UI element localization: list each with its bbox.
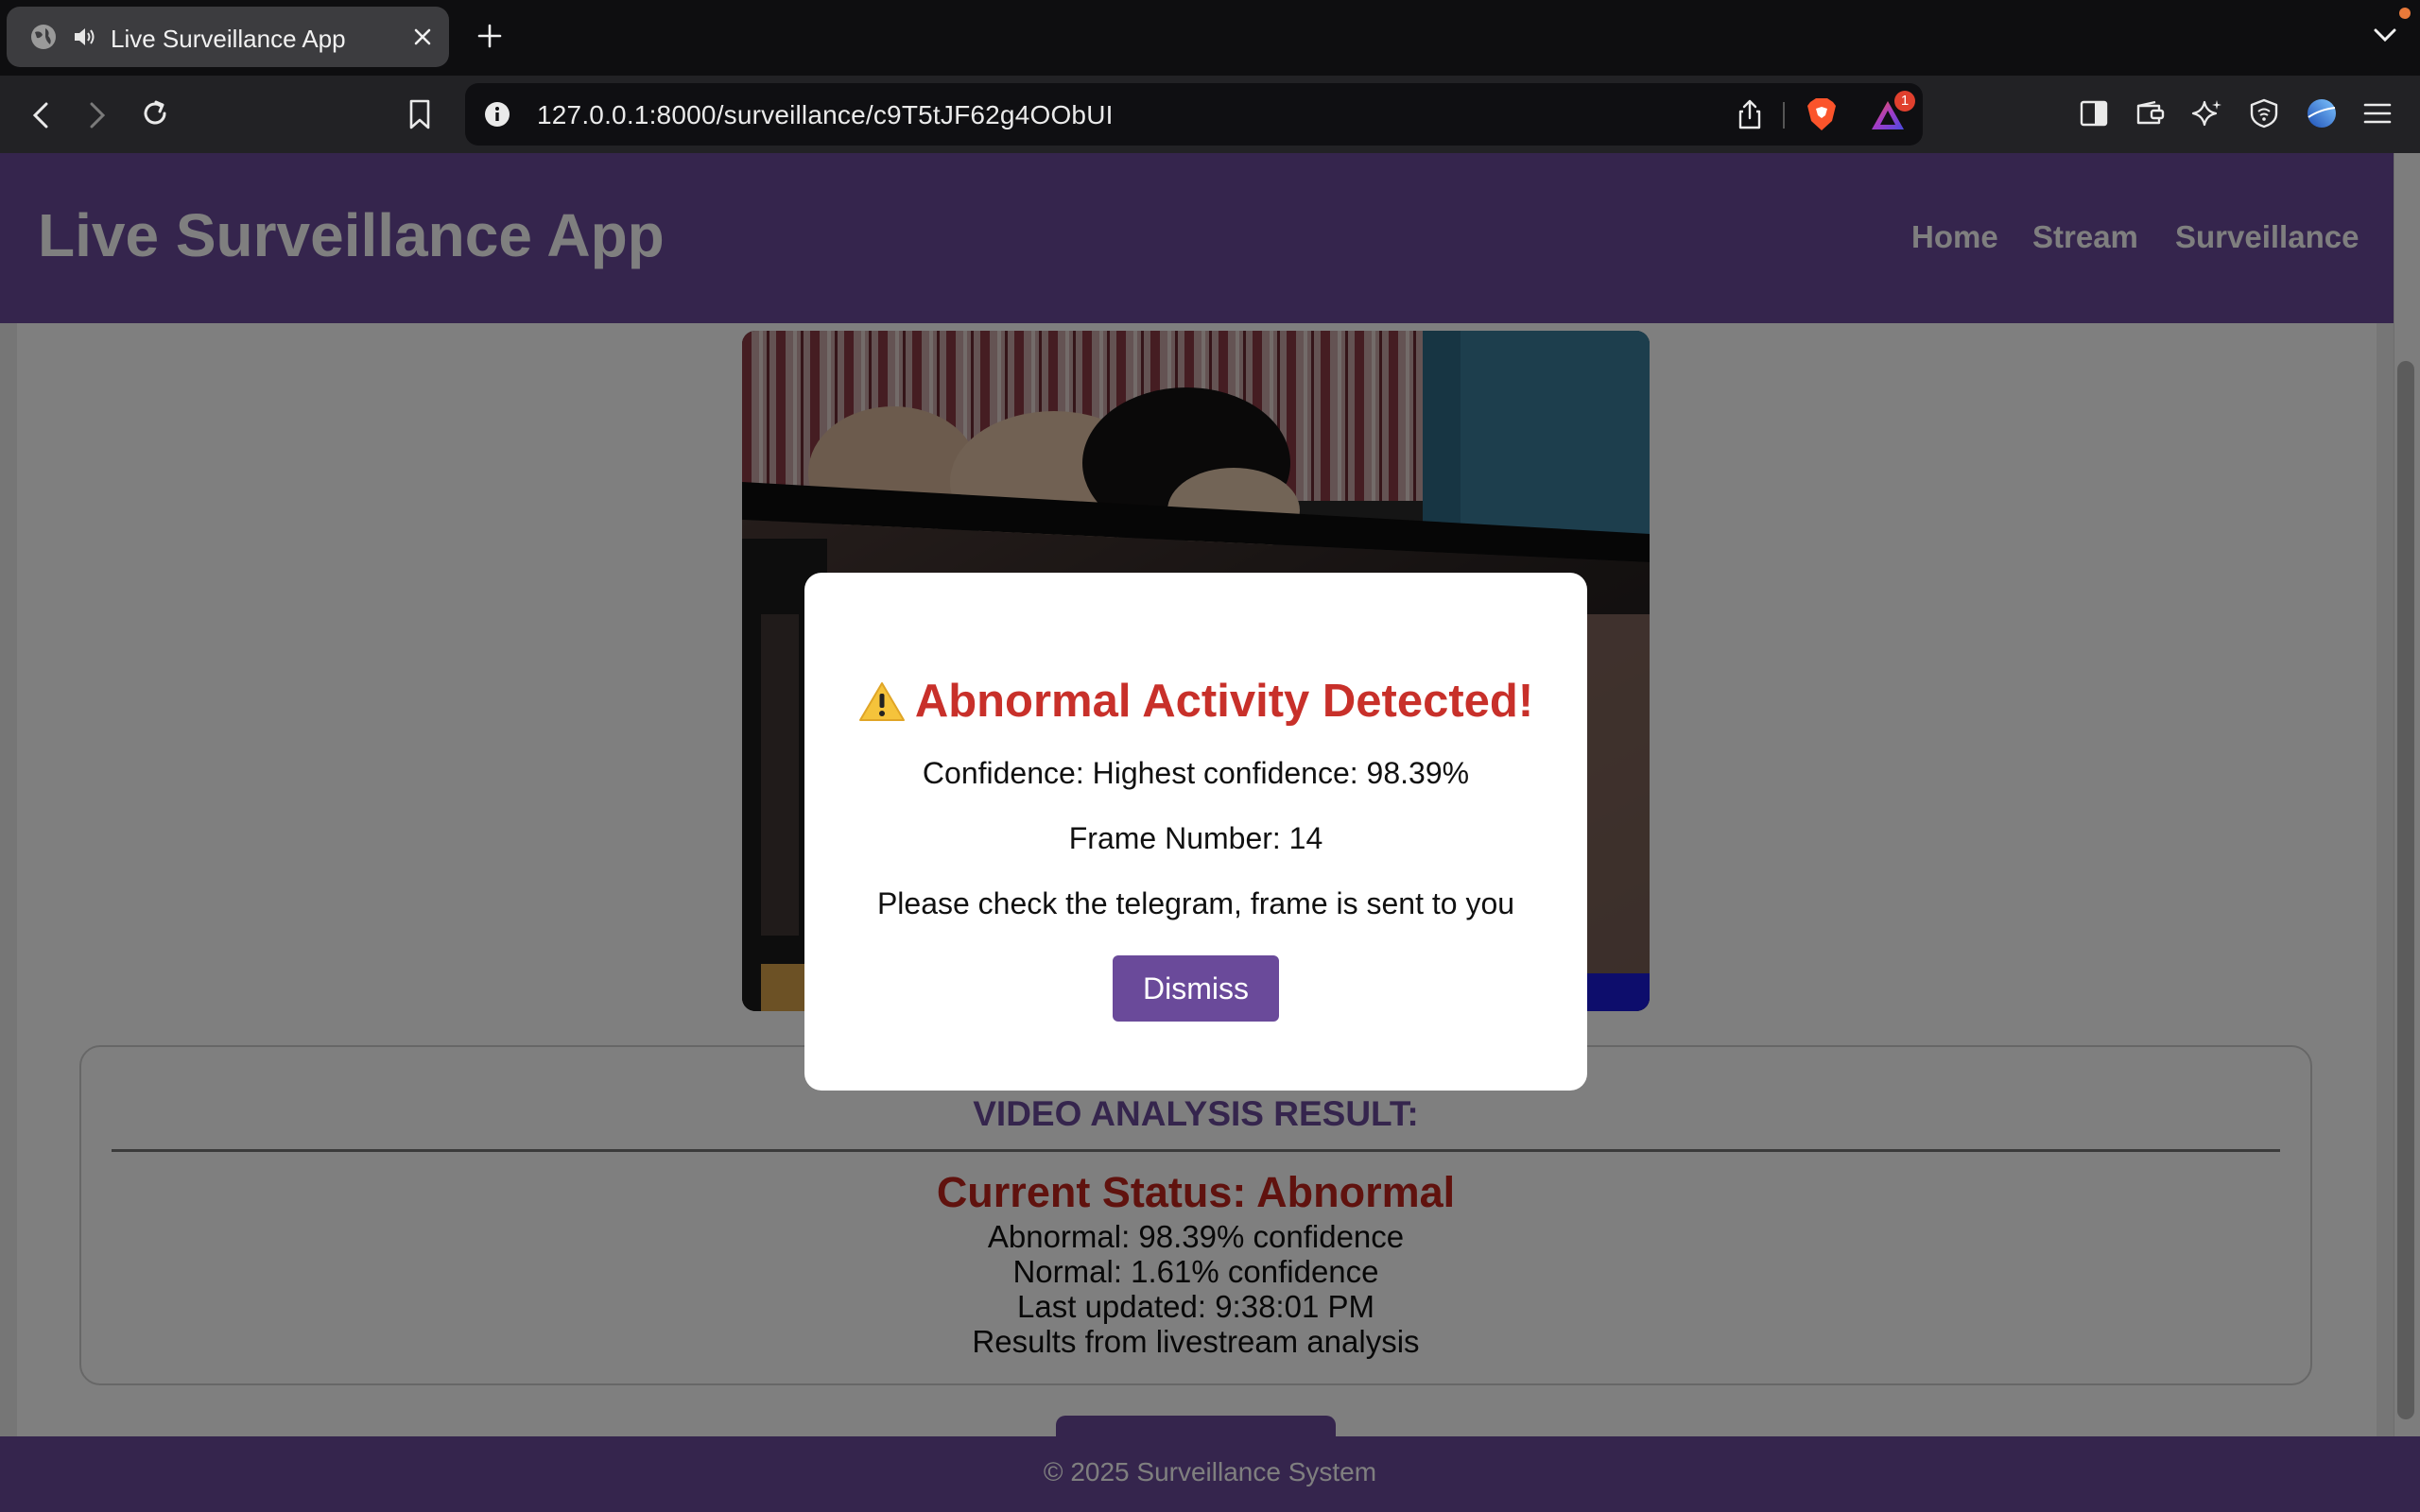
tab-title: Live Surveillance App — [111, 25, 346, 53]
alert-message: Please check the telegram, frame is sent… — [876, 886, 1515, 920]
alert-title-row: Abnormal Activity Detected! — [804, 675, 1587, 728]
warning-icon — [858, 682, 905, 721]
browser-tab-bar: Live Surveillance App — [0, 0, 2420, 76]
info-icon[interactable] — [484, 101, 510, 128]
menu-icon[interactable] — [2363, 102, 2392, 125]
speaker-icon[interactable] — [73, 26, 97, 48]
alert-title: Abnormal Activity Detected! — [914, 676, 1534, 727]
share-icon[interactable] — [1737, 99, 1762, 129]
forward-icon[interactable] — [87, 101, 108, 129]
alert-frame-number: Frame Number: 14 — [1068, 821, 1323, 855]
notification-dot — [2399, 8, 2411, 19]
bookmark-icon[interactable] — [408, 98, 431, 130]
rewards-badge: 1 — [1894, 91, 1915, 112]
browser-tab[interactable]: Live Surveillance App — [7, 7, 449, 67]
profile-icon[interactable] — [2307, 98, 2337, 129]
close-icon[interactable] — [413, 27, 432, 46]
vpn-icon[interactable] — [2250, 98, 2278, 129]
leo-icon[interactable] — [2191, 98, 2223, 129]
divider — [1783, 102, 1785, 129]
globe-icon — [31, 25, 56, 49]
reload-icon[interactable] — [140, 98, 170, 129]
brave-icon[interactable] — [1806, 96, 1838, 132]
wallet-icon[interactable] — [2135, 100, 2167, 127]
url-text[interactable]: 127.0.0.1:8000/surveillance/c9T5tJF62g4O… — [537, 100, 1114, 130]
plus-icon[interactable] — [476, 23, 503, 49]
alert-modal: Abnormal Activity Detected! Confidence: … — [804, 573, 1587, 1091]
page: Live Surveillance App Home Stream Survei… — [0, 153, 2420, 1512]
sidebar-icon[interactable] — [2080, 100, 2108, 127]
back-icon[interactable] — [30, 101, 51, 129]
address-bar[interactable]: 127.0.0.1:8000/surveillance/c9T5tJF62g4O… — [465, 83, 1923, 146]
browser-toolbar: 127.0.0.1:8000/surveillance/c9T5tJF62g4O… — [0, 76, 2420, 153]
chevron-down-icon[interactable] — [2373, 26, 2397, 43]
dismiss-button[interactable]: Dismiss — [1113, 955, 1279, 1022]
alert-confidence: Confidence: Highest confidence: 98.39% — [922, 756, 1470, 790]
